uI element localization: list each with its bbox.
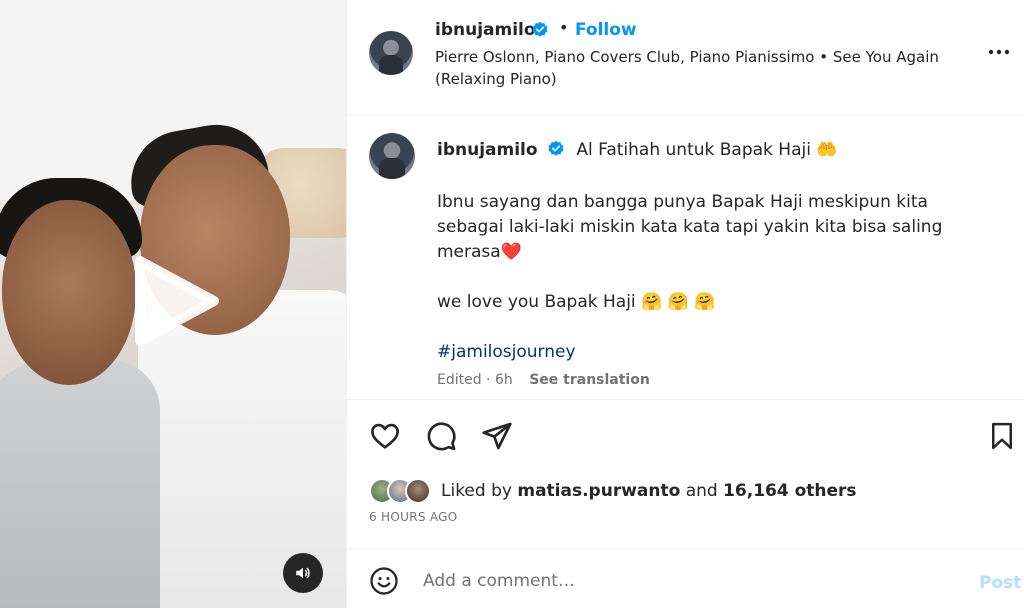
bookmark-icon[interactable] [987,420,1017,456]
avatar[interactable] [369,133,415,179]
avatar[interactable] [369,31,413,75]
media-person-left-face [2,200,136,385]
separator-dot: • [559,18,569,37]
liker-username[interactable]: matias.purwanto [517,481,680,501]
post-side-panel: ibnujamilo • Follow Pierre Oslonn, Piano… [346,0,1024,608]
action-bar [347,400,1024,472]
caption-first-text: Al Fatihah untuk Bapak Haji 🤲 [576,140,838,160]
caption-body: Ibnu sayang dan bangga punya Bapak Haji … [437,190,957,365]
comment-input[interactable] [423,569,943,593]
caption-meta: Edited · 6h See translation [437,372,650,388]
post-media[interactable] [0,0,346,608]
verified-badge-icon [547,140,565,160]
post-time[interactable]: 6 HOURS AGO [369,510,458,524]
post-comment-button[interactable]: Post [979,573,1021,593]
caption-first-line: ibnujamilo Al Fatihah untuk Bapak Haji 🤲 [437,140,838,160]
liker-avatar[interactable] [405,478,431,504]
caption-username[interactable]: ibnujamilo [437,140,538,160]
post-caption: ibnujamilo Al Fatihah untuk Bapak Haji 🤲… [347,116,1024,400]
likes-row: Liked by matias.purwanto and 16,164 othe… [369,476,857,506]
speaker-icon[interactable] [283,553,323,593]
follow-button[interactable]: Follow [575,20,637,40]
caption-paragraph: we love you Bapak Haji 🤗 🤗 🤗 [437,292,716,312]
smiley-icon[interactable] [369,566,399,600]
likes-middle: and [685,481,718,501]
see-translation-link[interactable]: See translation [529,372,650,388]
post-header: ibnujamilo • Follow Pierre Oslonn, Piano… [347,0,1024,116]
likes-count[interactable]: 16,164 others [723,481,856,501]
verified-badge-icon [531,21,549,43]
play-icon[interactable] [128,255,220,347]
comment-box: Post [347,548,1024,608]
paper-plane-icon[interactable] [481,420,513,456]
likes-text: Liked by matias.purwanto and 16,164 othe… [441,481,857,501]
caption-paragraph: Ibnu sayang dan bangga punya Bapak Haji … [437,192,943,262]
heart-icon[interactable] [369,420,401,456]
comment-bubble-icon[interactable] [425,420,457,456]
header-username[interactable]: ibnujamilo [435,20,536,40]
edited-time: Edited · 6h [437,372,513,388]
media-person-left-shirt [0,360,160,608]
hashtag-link[interactable]: #jamilosjourney [437,340,957,365]
likes-prefix: Liked by [441,481,512,501]
more-options-icon[interactable] [987,40,1011,68]
audio-attribution[interactable]: Pierre Oslonn, Piano Covers Club, Piano … [435,46,955,90]
